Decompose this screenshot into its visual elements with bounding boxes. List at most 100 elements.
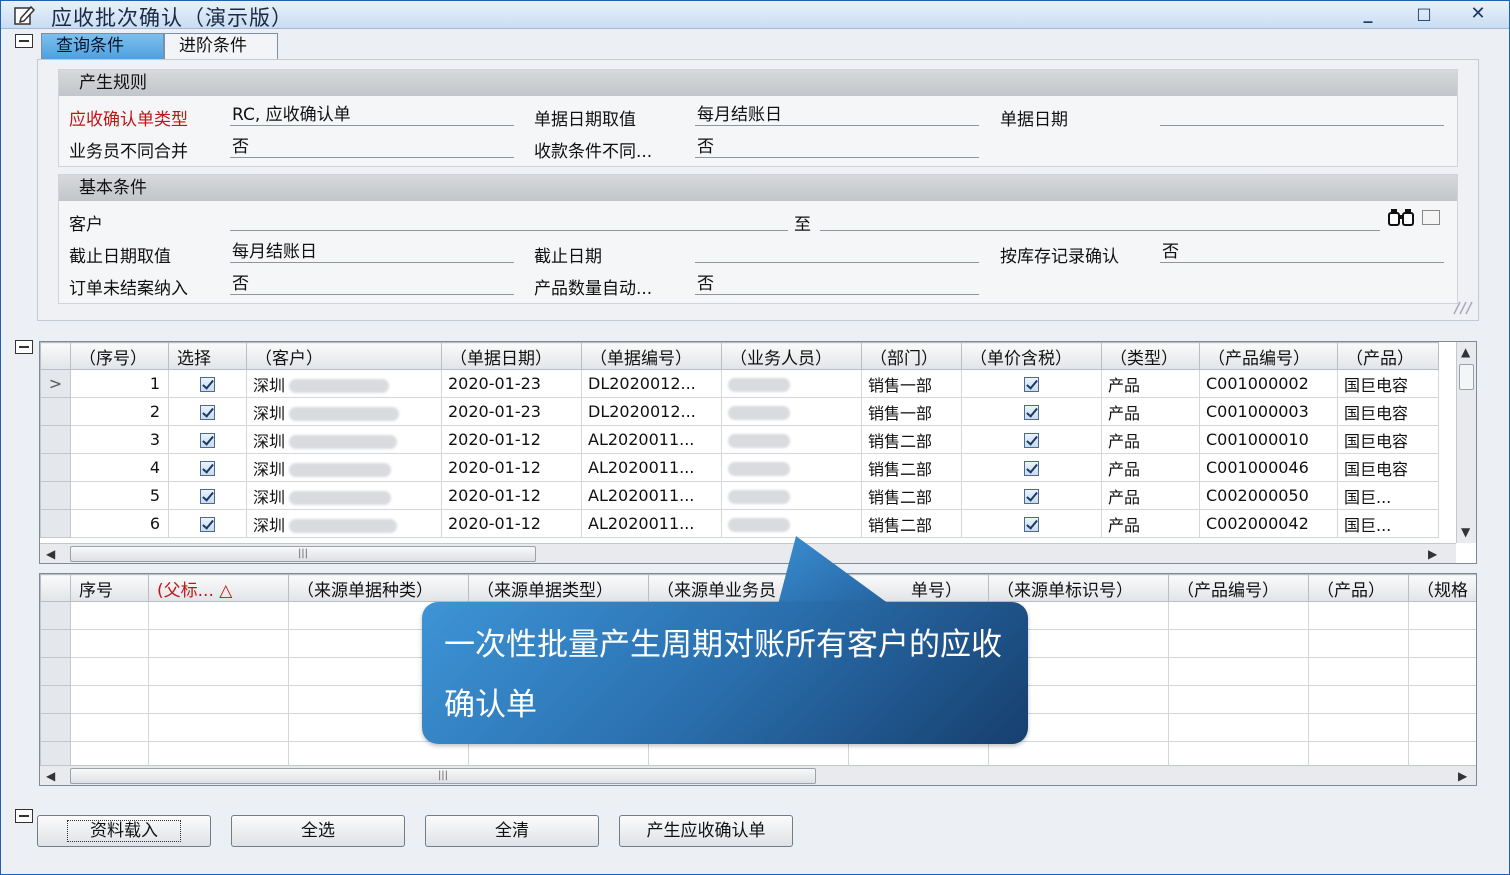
table-row[interactable]: 3 深圳 2020-01-12 AL2020011... 销售二部 产品 C00100001… [40, 425, 1439, 454]
col-header-spec[interactable]: （规格 [1408, 574, 1476, 602]
customer-to-field[interactable] [820, 205, 1380, 231]
type-cell[interactable]: 产品 [1101, 369, 1200, 398]
dept-cell[interactable]: 销售一部 [861, 369, 962, 398]
row-indicator[interactable] [40, 509, 71, 538]
checked-icon[interactable] [1024, 405, 1039, 420]
checked-icon[interactable] [200, 405, 215, 420]
salesman-merge-field[interactable]: 否 [230, 132, 514, 158]
product-cell[interactable]: 国巨电容 [1337, 453, 1439, 482]
product-code-cell[interactable]: C001000010 [1199, 425, 1338, 454]
resize-grip-icon[interactable] [1452, 298, 1474, 316]
customer-cell[interactable]: 深圳 [246, 397, 442, 426]
doc-no-cell[interactable]: DL2020012... [581, 369, 722, 398]
empty-cell[interactable] [1308, 601, 1409, 630]
customer-cell[interactable]: 深圳 [246, 369, 442, 398]
tax-checkbox[interactable] [961, 509, 1102, 538]
type-cell[interactable]: 产品 [1101, 425, 1200, 454]
salesperson-cell[interactable] [721, 425, 862, 454]
customer-cell[interactable]: 深圳 [246, 509, 442, 538]
product-code-cell[interactable]: C002000050 [1199, 481, 1338, 510]
empty-cell[interactable] [1308, 713, 1409, 742]
lower-horizontal-scrollbar[interactable]: ◀ ||| ▶ [40, 765, 1476, 785]
empty-cell[interactable] [148, 629, 289, 658]
col-header-source-kind[interactable]: （来源单据种类） [288, 574, 469, 602]
tab-query-conditions[interactable]: 查询条件 [41, 33, 164, 60]
collapse-query-icon[interactable] [15, 34, 33, 48]
tab-advanced-conditions[interactable]: 进阶条件 [164, 33, 278, 60]
row-indicator[interactable]: > [40, 369, 71, 398]
empty-cell[interactable] [1408, 629, 1476, 658]
col-header-doc-date[interactable]: （单据日期） [441, 342, 582, 370]
dept-cell[interactable]: 销售二部 [861, 509, 962, 538]
upper-vertical-scrollbar[interactable]: ▲ ▼ [1456, 342, 1476, 543]
select-checkbox[interactable] [168, 453, 247, 482]
type-cell[interactable]: 产品 [1101, 453, 1200, 482]
checked-icon[interactable] [1024, 489, 1039, 504]
dept-cell[interactable]: 销售一部 [861, 397, 962, 426]
empty-cell[interactable] [70, 657, 149, 686]
select-checkbox[interactable] [168, 397, 247, 426]
empty-cell[interactable] [1168, 685, 1309, 714]
select-checkbox[interactable] [168, 509, 247, 538]
empty-cell[interactable] [1168, 601, 1309, 630]
doc-date-source-field[interactable]: 每月结账日 [695, 100, 979, 126]
cutoff-date-field[interactable] [695, 237, 979, 263]
tax-checkbox[interactable] [961, 425, 1102, 454]
col-header-product-code[interactable]: （产品编号） [1199, 342, 1338, 370]
empty-cell[interactable] [70, 601, 149, 630]
customer-cell[interactable]: 深圳 [246, 425, 442, 454]
horizontal-scroll-thumb[interactable]: ||| [70, 546, 536, 562]
product-code-cell[interactable]: C002000042 [1199, 509, 1338, 538]
row-indicator[interactable] [40, 713, 71, 742]
empty-cell[interactable] [148, 601, 289, 630]
tax-checkbox[interactable] [961, 369, 1102, 398]
col-header-source-id[interactable]: （来源单标识号） [988, 574, 1169, 602]
collapse-actions-icon[interactable] [15, 809, 33, 823]
clear-all-button[interactable]: 全清 [425, 815, 599, 847]
salesperson-cell[interactable] [721, 481, 862, 510]
date-cell[interactable]: 2020-01-12 [441, 425, 582, 454]
scroll-up-icon[interactable]: ▲ [1461, 345, 1470, 359]
empty-cell[interactable] [1408, 601, 1476, 630]
salesperson-cell[interactable] [721, 369, 862, 398]
scroll-right-icon[interactable]: ▶ [1428, 547, 1437, 561]
checked-icon[interactable] [1024, 377, 1039, 392]
salesperson-cell[interactable] [721, 397, 862, 426]
empty-cell[interactable] [148, 685, 289, 714]
col-header-source-no[interactable]: 单号） [848, 574, 989, 602]
tax-checkbox[interactable] [961, 481, 1102, 510]
dept-cell[interactable]: 销售二部 [861, 453, 962, 482]
doc-no-cell[interactable]: DL2020012... [581, 397, 722, 426]
seq-cell[interactable]: 4 [70, 453, 169, 482]
seq-cell[interactable]: 5 [70, 481, 169, 510]
doc-no-cell[interactable]: AL2020011... [581, 453, 722, 482]
row-indicator[interactable] [40, 425, 71, 454]
empty-cell[interactable] [1408, 685, 1476, 714]
empty-cell[interactable] [70, 629, 149, 658]
seq-cell[interactable]: 6 [70, 509, 169, 538]
empty-cell[interactable] [1308, 685, 1409, 714]
empty-cell[interactable] [1168, 629, 1309, 658]
checked-icon[interactable] [200, 489, 215, 504]
salesperson-cell[interactable] [721, 453, 862, 482]
col-header-source-salesperson[interactable]: （来源单业务员 [648, 574, 849, 602]
row-indicator[interactable] [40, 481, 71, 510]
empty-cell[interactable] [70, 713, 149, 742]
product-code-cell[interactable]: C001000046 [1199, 453, 1338, 482]
select-checkbox[interactable] [168, 425, 247, 454]
cutoff-source-field[interactable]: 每月结账日 [230, 237, 514, 263]
checked-icon[interactable] [200, 433, 215, 448]
checked-icon[interactable] [1024, 433, 1039, 448]
confirm-type-field[interactable]: RC, 应收确认单 [230, 100, 514, 126]
doc-no-cell[interactable]: AL2020011... [581, 509, 722, 538]
open-orders-field[interactable]: 否 [230, 269, 514, 295]
col-header-type[interactable]: （类型） [1101, 342, 1200, 370]
type-cell[interactable]: 产品 [1101, 509, 1200, 538]
col-header-product[interactable]: （产品） [1337, 342, 1439, 370]
col-header-parent[interactable]: (父标... △ [148, 574, 289, 602]
checked-icon[interactable] [1024, 461, 1039, 476]
date-cell[interactable]: 2020-01-12 [441, 453, 582, 482]
product-cell[interactable]: 国巨电容 [1337, 369, 1439, 398]
tax-checkbox[interactable] [961, 453, 1102, 482]
doc-date-field[interactable] [1160, 100, 1444, 126]
